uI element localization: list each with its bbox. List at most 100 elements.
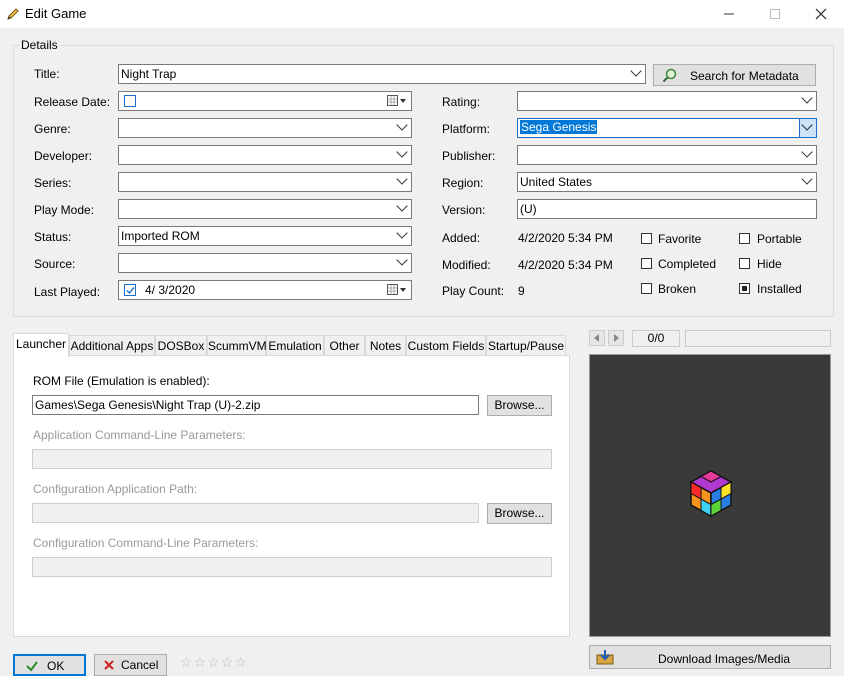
- config-path-input: [32, 503, 479, 523]
- rom-browse-button[interactable]: Browse...: [487, 395, 552, 416]
- version-value: (U): [520, 202, 537, 216]
- star-icon[interactable]: ☆: [207, 654, 221, 670]
- rom-file-label: ROM File (Emulation is enabled):: [33, 374, 210, 388]
- release-date-checkbox[interactable]: [124, 95, 136, 107]
- series-combo[interactable]: [118, 172, 412, 192]
- chevron-down-icon: [396, 146, 408, 158]
- download-media-button[interactable]: Download Images/Media: [589, 645, 831, 669]
- release-date-picker[interactable]: [118, 91, 412, 111]
- minimize-button[interactable]: [706, 0, 752, 28]
- tab-additional-apps[interactable]: Additional Apps: [69, 335, 155, 355]
- hide-label: Hide: [757, 257, 782, 271]
- tab-emulation[interactable]: Emulation: [266, 335, 324, 355]
- minimize-icon: [724, 13, 734, 15]
- arrow-right-icon: [614, 334, 619, 342]
- broken-checkbox[interactable]: [641, 283, 652, 294]
- chevron-down-icon: [801, 146, 813, 158]
- source-label: Source:: [34, 257, 76, 271]
- image-counter: 0/0: [632, 330, 680, 347]
- title-value: Night Trap: [121, 67, 177, 81]
- platform-value: Sega Genesis: [520, 120, 598, 134]
- ok-button[interactable]: OK: [13, 654, 86, 676]
- search-icon: [662, 68, 677, 83]
- publisher-combo[interactable]: [517, 145, 817, 165]
- platform-label: Platform:: [442, 122, 491, 136]
- title-label: Title:: [34, 67, 60, 81]
- ok-label: OK: [47, 659, 65, 673]
- star-icon[interactable]: ☆: [194, 654, 208, 670]
- config-cmdline-input: [32, 557, 552, 577]
- cancel-label: Cancel: [121, 658, 159, 672]
- window-title: Edit Game: [25, 6, 87, 21]
- prev-image-button[interactable]: [589, 330, 605, 346]
- tab-launcher[interactable]: Launcher: [13, 333, 69, 357]
- hide-checkbox[interactable]: [739, 258, 750, 269]
- star-icon[interactable]: ☆: [180, 654, 194, 670]
- pencil-icon: [7, 8, 19, 20]
- calendar-dropdown-icon: [387, 284, 406, 295]
- image-type-field: [685, 330, 831, 347]
- tab-custom-fields[interactable]: Custom Fields: [406, 335, 486, 355]
- portable-checkbox[interactable]: [739, 233, 750, 244]
- version-input[interactable]: (U): [517, 199, 817, 219]
- source-combo[interactable]: [118, 253, 412, 273]
- installed-checkbox[interactable]: [739, 283, 750, 294]
- modified-value: 4/2/2020 5:34 PM: [518, 258, 613, 272]
- region-label: Region:: [442, 176, 484, 190]
- title-combo[interactable]: Night Trap: [118, 64, 646, 84]
- details-group-label: Details: [19, 38, 60, 52]
- added-value: 4/2/2020 5:34 PM: [518, 231, 613, 245]
- platform-combo[interactable]: Sega Genesis: [517, 118, 817, 138]
- play-count-label: Play Count:: [442, 284, 505, 298]
- favorite-checkbox[interactable]: [641, 233, 652, 244]
- developer-label: Developer:: [34, 149, 93, 163]
- completed-label: Completed: [658, 257, 717, 271]
- maximize-button[interactable]: [752, 0, 798, 28]
- rating-label: Rating:: [442, 95, 481, 109]
- chevron-down-icon: [396, 173, 408, 185]
- download-icon: [596, 650, 614, 665]
- config-browse-button[interactable]: Browse...: [487, 503, 552, 524]
- chevron-down-icon: [630, 65, 642, 77]
- star-icon[interactable]: ☆: [221, 654, 235, 670]
- tab-notes[interactable]: Notes: [365, 335, 406, 355]
- broken-label: Broken: [658, 282, 697, 296]
- rom-file-value: Games\Sega Genesis\Night Trap (U)-2.zip: [35, 398, 261, 412]
- genre-label: Genre:: [34, 122, 71, 136]
- region-combo[interactable]: United States: [517, 172, 817, 192]
- rom-file-input[interactable]: Games\Sega Genesis\Night Trap (U)-2.zip: [32, 395, 479, 415]
- genre-combo[interactable]: [118, 118, 412, 138]
- star-icon[interactable]: ☆: [234, 654, 248, 670]
- region-value: United States: [520, 175, 593, 189]
- chevron-down-icon: [396, 227, 408, 239]
- play-count-value: 9: [518, 284, 525, 298]
- tab-startup-pause[interactable]: Startup/Pause: [486, 335, 566, 355]
- last-played-checkbox[interactable]: [124, 284, 136, 296]
- tab-scummvm[interactable]: ScummVM: [207, 335, 267, 355]
- launchbox-cube-icon: [689, 470, 733, 518]
- favorite-label: Favorite: [658, 232, 702, 246]
- config-path-label: Configuration Application Path:: [33, 482, 198, 496]
- cancel-button[interactable]: Cancel: [94, 654, 167, 676]
- tab-dosbox[interactable]: DOSBox: [155, 335, 207, 355]
- search-metadata-button[interactable]: Search for Metadata: [653, 64, 816, 86]
- star-rating[interactable]: ☆☆☆☆☆: [180, 654, 275, 670]
- image-preview: [589, 354, 831, 637]
- status-combo[interactable]: Imported ROM: [118, 226, 412, 246]
- next-image-button[interactable]: [608, 330, 624, 346]
- tab-other[interactable]: Other: [324, 335, 365, 355]
- last-played-picker[interactable]: 4/ 3/2020: [118, 280, 412, 300]
- status-label: Status:: [34, 230, 72, 244]
- last-played-label: Last Played:: [34, 285, 101, 299]
- developer-combo[interactable]: [118, 145, 412, 165]
- download-media-label: Download Images/Media: [658, 652, 791, 666]
- close-button[interactable]: [798, 0, 844, 28]
- rating-combo[interactable]: [517, 91, 817, 111]
- arrow-left-icon: [594, 334, 599, 342]
- play-mode-combo[interactable]: [118, 199, 412, 219]
- config-cmdline-label: Configuration Command-Line Parameters:: [33, 536, 259, 550]
- completed-checkbox[interactable]: [641, 258, 652, 269]
- version-label: Version:: [442, 203, 486, 217]
- status-value: Imported ROM: [121, 229, 200, 243]
- close-icon: [815, 8, 827, 20]
